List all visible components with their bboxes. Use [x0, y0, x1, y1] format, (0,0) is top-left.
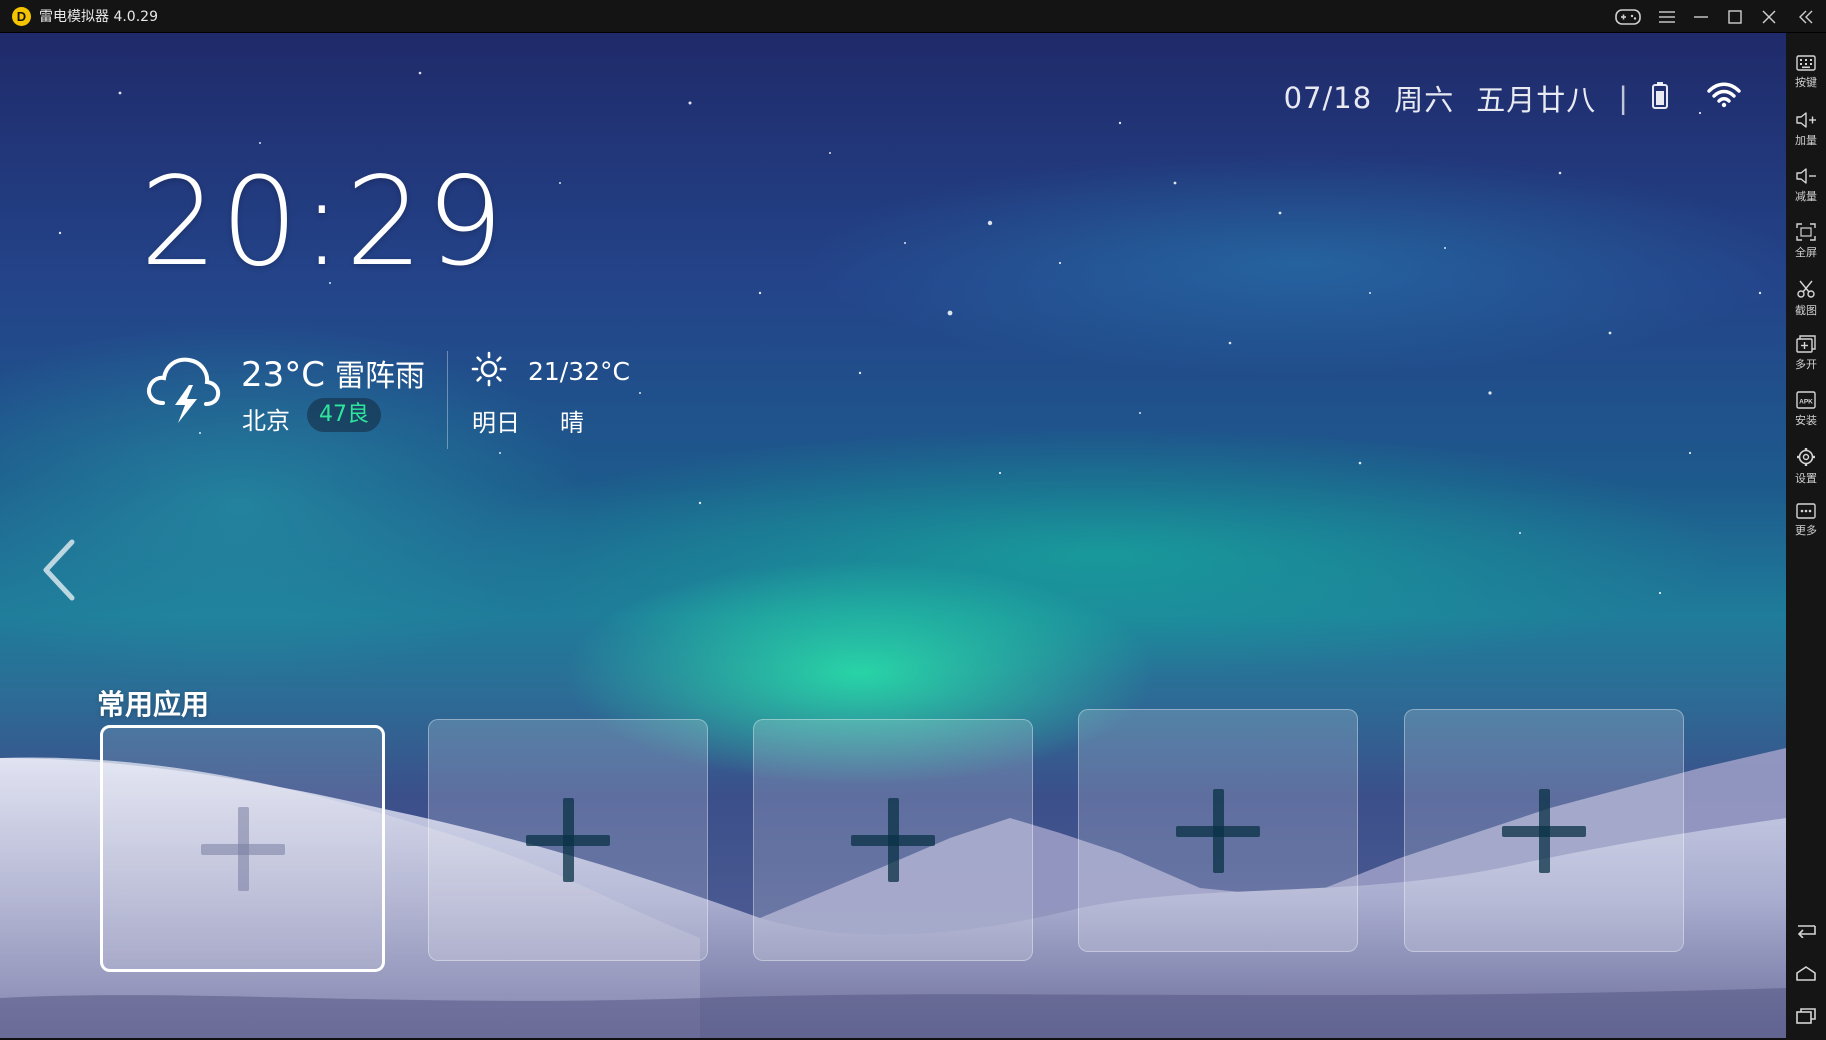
screenshot-label: 截图 [1795, 304, 1817, 317]
add-app-slot-1[interactable] [100, 725, 385, 972]
svg-text:APK: APK [1799, 399, 1813, 406]
add-app-slot-5[interactable] [1404, 709, 1684, 952]
fullscreen-icon [1796, 223, 1816, 241]
tomorrow-label: 明日 [472, 409, 520, 437]
date-text: 07/18 [1283, 81, 1373, 115]
more-label: 更多 [1795, 524, 1817, 537]
install-apk-label: 安装 [1795, 414, 1817, 427]
more-icon [1796, 503, 1816, 519]
tomorrow-condition: 晴 [560, 409, 584, 437]
wifi-icon [1707, 81, 1741, 115]
collapse-icon[interactable] [1786, 0, 1826, 33]
status-separator: | [1618, 81, 1629, 115]
plus-icon [851, 798, 935, 882]
settings-label: 设置 [1795, 472, 1817, 485]
plus-icon [1176, 788, 1260, 873]
multi-instance-label: 多开 [1795, 358, 1817, 371]
frequent-apps-title: 常用应用 [97, 688, 210, 721]
gear-icon [1797, 448, 1815, 466]
city-name: 北京 [242, 407, 290, 435]
android-home-screen: 07/18 周六 五月廿八 | 20:29 23°C 雷阵雨 北京 47良 21… [0, 33, 1786, 1038]
screenshot-button[interactable]: 截图 [1786, 273, 1826, 325]
thunderstorm-icon [145, 351, 221, 431]
multi-instance-icon [1796, 335, 1816, 353]
lunar-date-text: 五月廿八 [1476, 83, 1597, 117]
keyboard-icon [1796, 55, 1816, 71]
multi-instance-button[interactable]: 多开 [1786, 329, 1826, 381]
window-title: 雷电模拟器 4.0.29 [39, 9, 158, 25]
current-temperature: 23°C [241, 355, 326, 395]
settings-button[interactable]: 设置 [1786, 441, 1826, 493]
previous-page-chevron-icon[interactable] [40, 538, 80, 606]
scissors-icon [1797, 280, 1815, 298]
clock-time: 20:29 [140, 151, 507, 293]
plus-icon [200, 806, 285, 891]
title-bar: D 雷电模拟器 4.0.29 [0, 0, 1826, 33]
menu-icon[interactable] [1650, 0, 1684, 33]
emulator-toolbar: 按键 加量 减量 全屏 截图 多开 APK 安装 设置 更多 [1786, 33, 1826, 1040]
add-app-slot-3[interactable] [753, 719, 1033, 961]
volume-down-button[interactable]: 减量 [1786, 161, 1826, 213]
aqi-badge: 47良 [307, 398, 381, 432]
volume-up-icon [1796, 112, 1816, 128]
window-controls [1606, 0, 1826, 33]
home-icon[interactable] [1786, 956, 1826, 990]
volume-down-icon [1796, 168, 1816, 184]
fullscreen-label: 全屏 [1795, 246, 1817, 259]
gamepad-icon[interactable] [1606, 0, 1650, 33]
plus-icon [1502, 788, 1586, 873]
fullscreen-button[interactable]: 全屏 [1786, 217, 1826, 269]
plus-icon [526, 798, 610, 882]
tomorrow-temperature-range: 21/32°C [528, 357, 631, 386]
back-icon[interactable] [1786, 913, 1826, 947]
weather-divider [447, 351, 448, 449]
battery-icon [1651, 81, 1669, 116]
keymap-button[interactable]: 按键 [1786, 49, 1826, 101]
add-app-slot-2[interactable] [428, 719, 708, 961]
volume-down-label: 减量 [1795, 190, 1817, 203]
install-apk-button[interactable]: APK 安装 [1786, 385, 1826, 437]
maximize-icon[interactable] [1718, 0, 1752, 33]
add-app-slot-4[interactable] [1078, 709, 1358, 952]
minimize-icon[interactable] [1684, 0, 1718, 33]
keymap-label: 按键 [1795, 76, 1817, 89]
sun-icon [471, 351, 507, 391]
volume-up-button[interactable]: 加量 [1786, 105, 1826, 157]
status-bar: 07/18 周六 五月廿八 | [1284, 77, 1741, 119]
apk-install-icon: APK [1796, 391, 1816, 409]
recent-apps-icon[interactable] [1786, 999, 1826, 1033]
volume-up-label: 加量 [1795, 134, 1817, 147]
app-logo-icon: D [12, 6, 31, 26]
more-button[interactable]: 更多 [1786, 497, 1826, 549]
close-icon[interactable] [1752, 0, 1786, 33]
current-condition: 雷阵雨 [335, 359, 426, 394]
weekday-text: 周六 [1394, 83, 1455, 117]
